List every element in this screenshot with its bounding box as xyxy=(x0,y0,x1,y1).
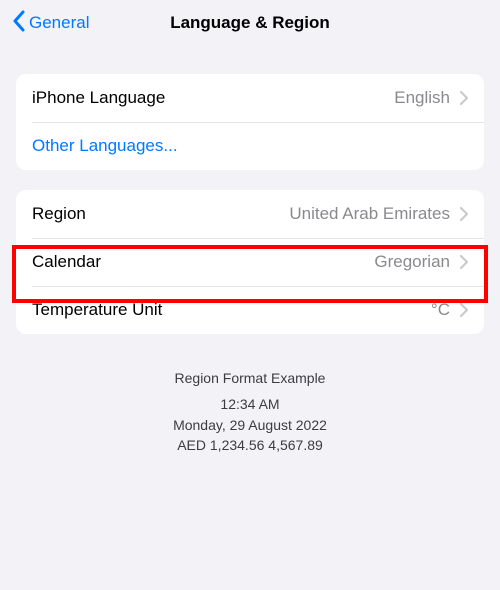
footer-numbers: AED 1,234.56 4,567.89 xyxy=(0,435,500,455)
chevron-right-icon xyxy=(460,207,468,221)
chevron-left-icon xyxy=(12,10,25,37)
header: General Language & Region xyxy=(0,0,500,52)
row-value-wrap: Gregorian xyxy=(374,252,468,272)
row-label: Region xyxy=(32,204,86,224)
row-label: iPhone Language xyxy=(32,88,165,108)
footer-heading: Region Format Example xyxy=(0,368,500,388)
row-label: Calendar xyxy=(32,252,101,272)
row-value: °C xyxy=(431,300,450,320)
back-button[interactable]: General xyxy=(12,10,89,37)
region-format-example: Region Format Example 12:34 AM Monday, 2… xyxy=(0,368,500,455)
chevron-right-icon xyxy=(460,303,468,317)
row-value-wrap: United Arab Emirates xyxy=(289,204,468,224)
row-value: Gregorian xyxy=(374,252,450,272)
row-value: English xyxy=(394,88,450,108)
temperature-unit-row[interactable]: Temperature Unit °C xyxy=(16,286,484,334)
row-value-wrap: English xyxy=(394,88,468,108)
back-label: General xyxy=(29,13,89,33)
region-row[interactable]: Region United Arab Emirates xyxy=(16,190,484,238)
language-group: iPhone Language English Other Languages.… xyxy=(16,74,484,170)
iphone-language-row[interactable]: iPhone Language English xyxy=(16,74,484,122)
row-value-wrap: °C xyxy=(431,300,468,320)
region-group: Region United Arab Emirates Calendar Gre… xyxy=(16,190,484,334)
row-label: Other Languages... xyxy=(32,136,178,156)
row-value: United Arab Emirates xyxy=(289,204,450,224)
chevron-right-icon xyxy=(460,91,468,105)
footer-date: Monday, 29 August 2022 xyxy=(0,415,500,435)
other-languages-row[interactable]: Other Languages... xyxy=(16,122,484,170)
row-label: Temperature Unit xyxy=(32,300,162,320)
chevron-right-icon xyxy=(460,255,468,269)
calendar-row[interactable]: Calendar Gregorian xyxy=(16,238,484,286)
footer-time: 12:34 AM xyxy=(0,394,500,414)
